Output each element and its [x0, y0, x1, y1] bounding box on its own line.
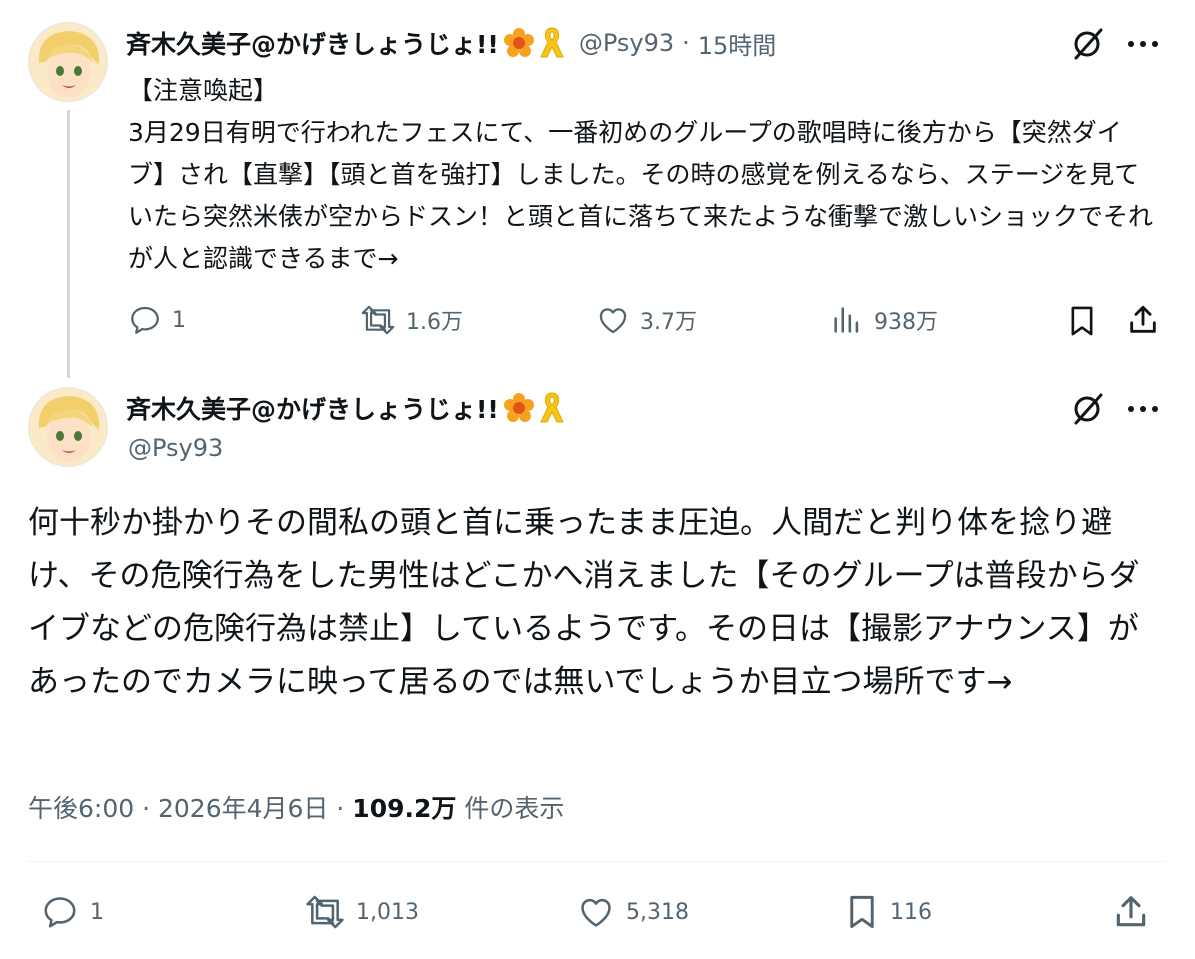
separator: ·: [142, 794, 151, 823]
bookmark-icon: [1066, 304, 1098, 338]
repost-count: 1.6万: [406, 310, 463, 335]
thread-line: [67, 110, 70, 378]
share-icon: [1112, 893, 1150, 931]
separator: ·: [682, 29, 690, 57]
reply-icon: [128, 303, 162, 337]
like-icon: [576, 893, 616, 931]
avatar[interactable]: [28, 22, 108, 102]
handle[interactable]: @Psy93: [128, 434, 223, 462]
avatar[interactable]: [28, 387, 108, 467]
more-icon[interactable]: [1126, 31, 1160, 57]
reply-button[interactable]: 1: [128, 303, 186, 337]
ribbon-badge-icon: [539, 391, 565, 425]
tweet-header: 斉木久美子@かげきしょうじょ!! @Psy93 · 15時間: [126, 25, 776, 61]
tweet-text: 3月29日有明で行われたフェスにて、一番初めのグループの歌唱時に後方から【突然ダ…: [128, 118, 1154, 273]
bookmark-button[interactable]: [1066, 304, 1098, 338]
repost-icon: [304, 893, 346, 931]
grok-icon[interactable]: [1070, 391, 1106, 427]
tweet-heading: 【注意喚起】: [128, 76, 279, 105]
repost-count: 1,013: [356, 899, 419, 925]
flower-badge-icon: [503, 392, 535, 424]
reply-count: 1: [90, 899, 104, 925]
bookmark-count: 116: [890, 899, 932, 925]
like-icon: [596, 303, 630, 337]
tweet-header: 斉木久美子@かげきしょうじょ!!: [126, 390, 565, 426]
like-count: 5,318: [626, 899, 689, 925]
views-button[interactable]: 938万: [830, 303, 938, 337]
bookmark-icon: [844, 893, 880, 931]
flower-badge-icon: [503, 27, 535, 59]
reply-button[interactable]: 1: [40, 893, 104, 931]
like-button[interactable]: 3.7万: [596, 303, 697, 337]
repost-icon: [360, 303, 396, 337]
share-button[interactable]: [1112, 893, 1150, 931]
timestamp[interactable]: 15時間: [698, 26, 777, 61]
reply-count: 1: [172, 307, 186, 333]
display-name[interactable]: 斉木久美子@かげきしょうじょ!!: [126, 390, 499, 426]
handle[interactable]: @Psy93: [579, 29, 674, 57]
divider: [28, 861, 1165, 862]
reply-icon: [40, 893, 80, 931]
tweet-time[interactable]: 午後6:00: [28, 794, 134, 823]
views-count: 109.2万: [352, 794, 457, 823]
views-icon: [830, 303, 864, 337]
views-label: 件の表示: [464, 794, 565, 823]
more-icon[interactable]: [1126, 396, 1160, 422]
ribbon-badge-icon: [539, 26, 565, 60]
tweet-text: 何十秒か掛かりその間私の頭と首に乗ったまま圧迫。人間だと判り体を捻り避け、その危…: [28, 505, 1140, 700]
display-name[interactable]: 斉木久美子@かげきしょうじょ!!: [126, 25, 499, 61]
like-count: 3.7万: [640, 310, 697, 335]
share-icon: [1126, 303, 1160, 337]
tweet-date[interactable]: 2026年4月6日: [158, 794, 328, 823]
repost-button[interactable]: 1,013: [304, 893, 419, 931]
bookmark-button[interactable]: 116: [844, 893, 932, 931]
repost-button[interactable]: 1.6万: [360, 303, 463, 337]
grok-icon[interactable]: [1070, 26, 1106, 62]
share-button[interactable]: [1126, 303, 1160, 337]
like-button[interactable]: 5,318: [576, 893, 689, 931]
tweet-meta: 午後6:00 · 2026年4月6日 · 109.2万 件の表示: [28, 789, 564, 825]
views-count: 938万: [874, 310, 938, 335]
separator: ·: [336, 794, 345, 823]
